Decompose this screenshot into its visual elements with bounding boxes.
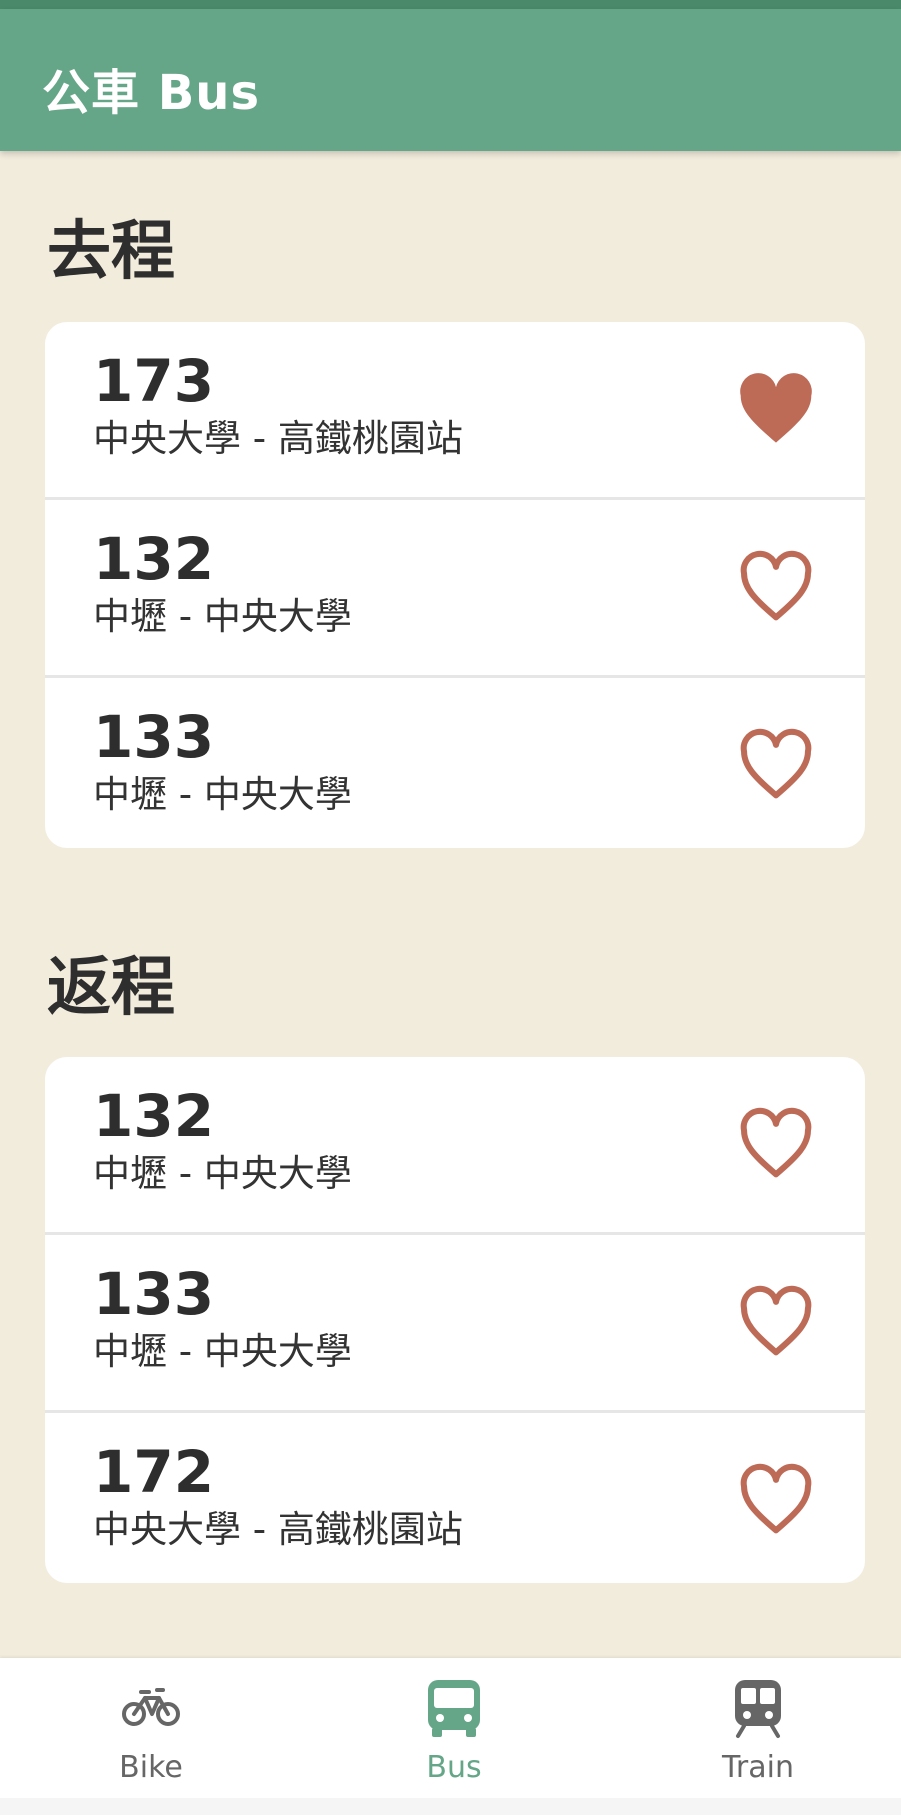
- page-title: 公車 Bus: [42, 65, 261, 121]
- route-description: 中央大學 - 高鐵桃園站: [93, 1508, 463, 1551]
- nav-item-bus[interactable]: Bus: [344, 1658, 564, 1798]
- bottom-navigation: Bike Bus Train: [0, 1658, 901, 1798]
- heart-outline-icon: [740, 1463, 812, 1534]
- route-description: 中壢 - 中央大學: [93, 1152, 352, 1195]
- nav-item-bike[interactable]: Bike: [41, 1658, 261, 1798]
- route-number: 132: [93, 1082, 215, 1150]
- bike-icon: [122, 1688, 180, 1726]
- route-number: 133: [93, 1260, 215, 1328]
- heart-outline-icon: [740, 728, 812, 799]
- route-number: 173: [93, 347, 215, 415]
- route-description: 中央大學 - 高鐵桃園站: [93, 417, 463, 460]
- favorite-button[interactable]: [735, 1463, 817, 1537]
- route-row[interactable]: 172 中央大學 - 高鐵桃園站: [45, 1413, 865, 1583]
- route-description: 中壢 - 中央大學: [93, 595, 352, 638]
- route-row[interactable]: 132 中壢 - 中央大學: [45, 1057, 865, 1235]
- favorite-button[interactable]: [735, 728, 817, 802]
- route-number: 133: [93, 703, 215, 771]
- nav-label-bike: Bike: [119, 1750, 183, 1785]
- route-row[interactable]: 173 中央大學 - 高鐵桃園站: [45, 322, 865, 500]
- app-bar: 公車 Bus: [0, 9, 901, 151]
- route-description: 中壢 - 中央大學: [93, 1330, 352, 1373]
- nav-label-train: Train: [722, 1750, 794, 1785]
- favorite-button[interactable]: [735, 372, 817, 446]
- heart-outline-icon: [740, 550, 812, 621]
- route-card-outbound: 173 中央大學 - 高鐵桃園站 132 中壢 - 中央大學 133 中壢 - …: [45, 322, 865, 848]
- route-card-return: 132 中壢 - 中央大學 133 中壢 - 中央大學 172 中央大學 - 高…: [45, 1057, 865, 1583]
- heart-outline-icon: [740, 1285, 812, 1356]
- train-icon: [735, 1680, 781, 1738]
- route-description: 中壢 - 中央大學: [93, 773, 352, 816]
- route-number: 132: [93, 525, 215, 593]
- favorite-button[interactable]: [735, 1107, 817, 1181]
- nav-label-bus: Bus: [426, 1750, 482, 1785]
- heart-outline-icon: [740, 1107, 812, 1178]
- nav-item-train[interactable]: Train: [648, 1658, 868, 1798]
- status-strip: [0, 0, 901, 9]
- heart-filled-icon: [740, 373, 812, 443]
- system-nav-strip: [0, 1798, 901, 1815]
- route-row[interactable]: 133 中壢 - 中央大學: [45, 1235, 865, 1413]
- section-title-outbound: 去程: [47, 215, 175, 289]
- bus-icon: [428, 1680, 480, 1737]
- route-row[interactable]: 133 中壢 - 中央大學: [45, 678, 865, 848]
- route-number: 172: [93, 1438, 215, 1506]
- route-row[interactable]: 132 中壢 - 中央大學: [45, 500, 865, 678]
- favorite-button[interactable]: [735, 550, 817, 624]
- section-title-return: 返程: [47, 951, 175, 1025]
- favorite-button[interactable]: [735, 1285, 817, 1359]
